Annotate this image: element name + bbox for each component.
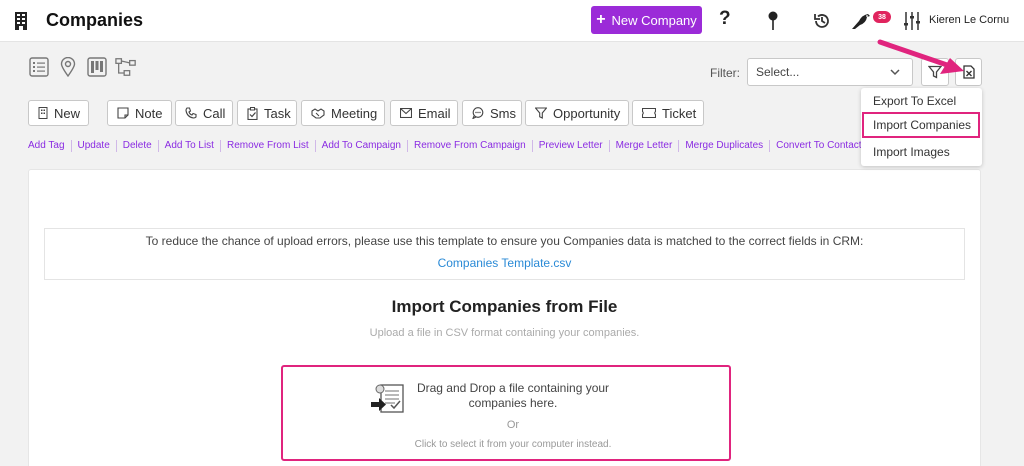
bird-notification-icon[interactable] [850, 11, 872, 31]
chat-bubble-icon [472, 107, 484, 119]
link-remove-from-campaign[interactable]: Remove From Campaign [406, 140, 532, 152]
board-view-icon[interactable] [86, 56, 108, 78]
envelope-icon [400, 108, 412, 118]
list-view-icon[interactable] [28, 56, 50, 78]
help-icon[interactable]: ? [719, 8, 731, 30]
link-merge-duplicates[interactable]: Merge Duplicates [678, 140, 769, 152]
plus-icon: + [596, 11, 606, 28]
meeting-button-label: Meeting [331, 105, 378, 121]
link-merge-letter[interactable]: Merge Letter [608, 140, 679, 152]
opportunity-button[interactable]: Opportunity [525, 100, 629, 126]
link-add-tag[interactable]: Add Tag [28, 140, 71, 152]
page-title: Companies [46, 10, 144, 30]
ticket-icon [642, 108, 656, 118]
drop-line-1: Drag and Drop a file containing your [416, 381, 610, 395]
menu-item-import-companies[interactable]: Import Companies [862, 112, 980, 138]
history-icon[interactable] [812, 11, 832, 31]
link-update[interactable]: Update [70, 140, 116, 152]
file-upload-icon [371, 383, 407, 415]
excel-options-menu: Export To Excel Import Companies Import … [861, 88, 982, 166]
ticket-button-label: Ticket [662, 105, 697, 121]
new-company-label: New Company [611, 12, 697, 28]
import-card: To reduce the chance of upload errors, p… [28, 169, 981, 466]
sms-button-label: Sms [490, 105, 516, 121]
note-button-label: Note [135, 105, 163, 121]
drop-instructions: Drag and Drop a file containing your com… [413, 381, 613, 411]
new-button[interactable]: New [28, 100, 89, 126]
link-add-to-campaign[interactable]: Add To Campaign [314, 140, 407, 152]
template-instructions: To reduce the chance of upload errors, p… [145, 234, 864, 248]
meeting-button[interactable]: Meeting [301, 100, 385, 126]
filter-label: Filter: [710, 66, 740, 80]
new-button-label: New [54, 105, 81, 121]
drop-line-2: companies here. [468, 396, 558, 410]
map-view-icon[interactable] [57, 56, 79, 78]
template-download-link[interactable]: Companies Template.csv [45, 256, 964, 270]
sms-button[interactable]: Sms [462, 100, 522, 126]
menu-item-import-images[interactable]: Import Images [861, 140, 982, 164]
email-button-label: Email [418, 105, 451, 121]
drop-click-instructions[interactable]: Click to select it from your computer in… [363, 439, 663, 450]
import-title: Import Companies from File [391, 297, 618, 316]
note-button[interactable]: Note [107, 100, 172, 126]
clipboard-check-icon [247, 106, 258, 120]
user-name[interactable]: Kieren Le Cornu [929, 14, 1009, 26]
link-convert-to-contacts[interactable]: Convert To Contacts [769, 140, 872, 152]
phone-icon [185, 107, 197, 119]
hierarchy-view-icon[interactable] [115, 56, 137, 78]
link-add-to-list[interactable]: Add To List [157, 140, 220, 152]
note-icon [117, 107, 129, 119]
filter-select-value: Select... [756, 65, 800, 79]
template-info-box: To reduce the chance of upload errors, p… [44, 228, 965, 280]
funnel-icon [535, 107, 547, 119]
building-icon [14, 12, 28, 30]
link-remove-from-list[interactable]: Remove From List [219, 140, 315, 152]
annotation-arrow-icon [874, 36, 970, 80]
top-header: Companies + New Company ? 38 Kieren Le C… [0, 0, 1024, 42]
pin-icon[interactable] [767, 11, 779, 31]
notification-badge: 38 [873, 11, 891, 23]
view-switcher [28, 56, 137, 78]
link-preview-letter[interactable]: Preview Letter [531, 140, 609, 152]
call-button[interactable]: Call [175, 100, 233, 126]
email-button[interactable]: Email [390, 100, 458, 126]
link-delete[interactable]: Delete [115, 140, 158, 152]
drop-or: Or [506, 419, 520, 431]
menu-item-export-to-excel[interactable]: Export To Excel [861, 89, 982, 113]
opportunity-button-label: Opportunity [553, 105, 621, 121]
building-icon [38, 107, 48, 119]
ticket-button[interactable]: Ticket [632, 100, 704, 126]
file-drop-zone[interactable]: Drag and Drop a file containing your com… [281, 365, 731, 461]
settings-sliders-icon[interactable] [903, 11, 921, 31]
bulk-action-links: Add Tag Update Delete Add To List Remove… [28, 140, 873, 152]
task-button-label: Task [264, 105, 291, 121]
import-subtitle: Upload a file in CSV format containing y… [369, 327, 640, 339]
call-button-label: Call [203, 105, 226, 121]
handshake-icon [311, 107, 325, 119]
new-company-button[interactable]: + New Company [591, 6, 702, 34]
task-button[interactable]: Task [237, 100, 297, 126]
